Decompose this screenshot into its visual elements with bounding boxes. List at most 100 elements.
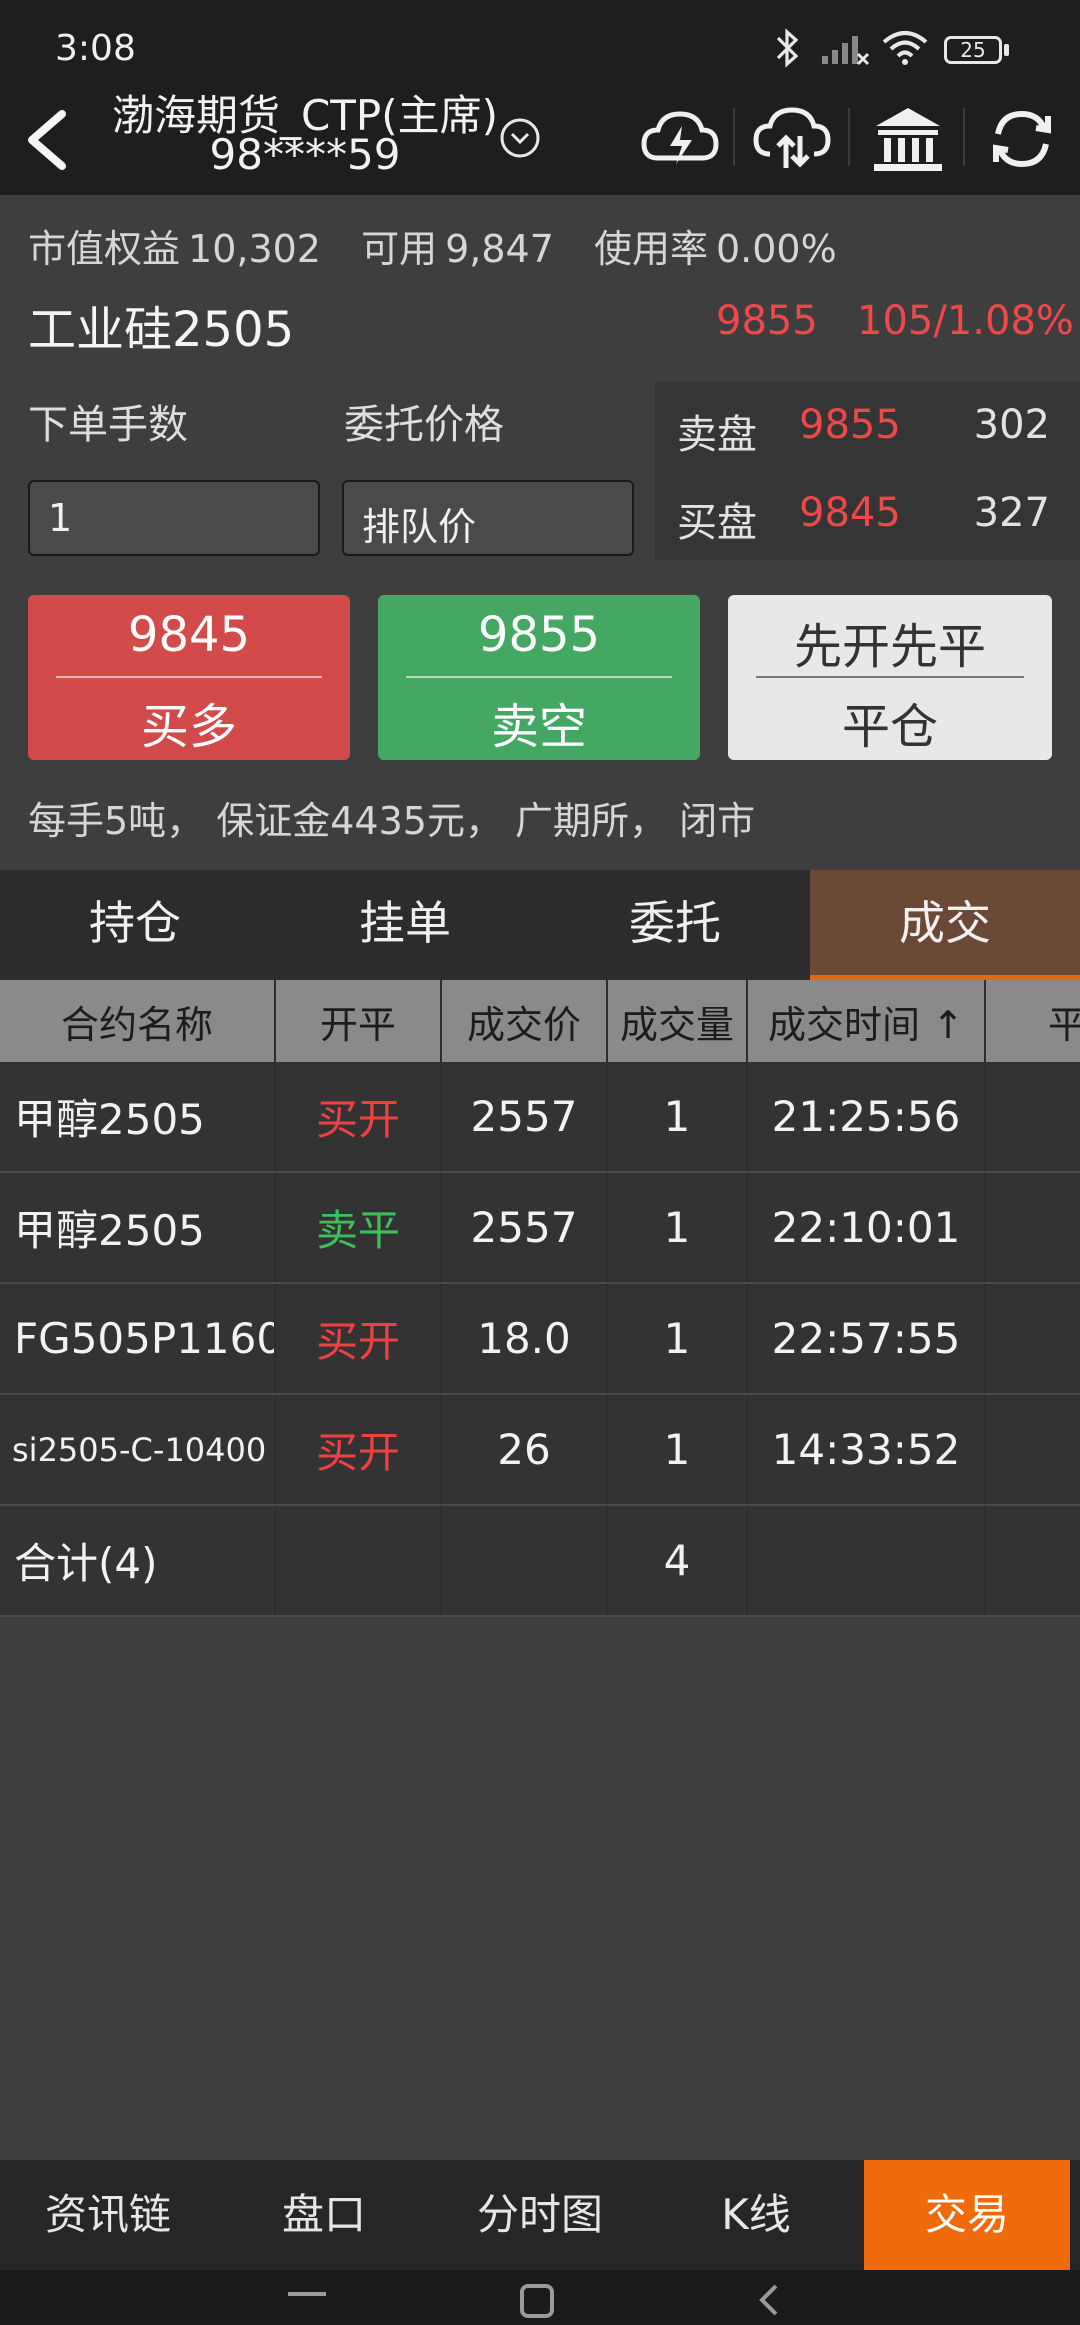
nav-orderbook[interactable]: 盘口 xyxy=(216,2160,432,2270)
tab-positions[interactable]: 持仓 xyxy=(0,870,270,980)
total-qty: 4 xyxy=(608,1506,748,1615)
cloud-sync-icon[interactable] xyxy=(752,102,832,176)
table-row[interactable]: si2505-C-10400 买开 26 1 14:33:52 xyxy=(0,1395,1080,1506)
row-time: 14:33:52 xyxy=(748,1395,986,1504)
table-row[interactable]: 甲醇2505 卖平 2557 1 22:10:01 xyxy=(0,1173,1080,1284)
button-divider xyxy=(56,676,322,678)
row-qty: 1 xyxy=(608,1395,748,1504)
header-time[interactable]: 成交时间 ↑ xyxy=(748,980,986,1062)
usage-label: 使用率 xyxy=(593,227,708,271)
bid-volume: 327 xyxy=(973,490,1050,536)
tab-orders[interactable]: 委托 xyxy=(540,870,810,980)
row-time: 22:57:55 xyxy=(748,1284,986,1393)
ask-price[interactable]: 9855 xyxy=(799,402,901,448)
tab-bar: 持仓 挂单 委托 成交 xyxy=(0,870,1080,980)
row-side: 买开 xyxy=(276,1284,442,1393)
button-divider xyxy=(756,676,1024,678)
chevron-down-icon[interactable] xyxy=(498,116,542,160)
header-price[interactable]: 成交价 xyxy=(442,980,608,1062)
row-price: 18.0 xyxy=(442,1284,608,1393)
row-price: 26 xyxy=(442,1395,608,1504)
close-position-button[interactable]: 先开先平 平仓 xyxy=(728,595,1052,760)
back-arrow-icon[interactable] xyxy=(18,100,78,180)
row-price: 2557 xyxy=(442,1062,608,1171)
row-extra xyxy=(986,1062,1080,1171)
row-time: 21:25:56 xyxy=(748,1062,986,1171)
contract-last-price: 9855 xyxy=(716,298,818,344)
header-open-close[interactable]: 开平 xyxy=(276,980,442,1062)
bid-label: 买盘 xyxy=(677,500,757,546)
tab-trades[interactable]: 成交 xyxy=(810,870,1080,980)
row-extra xyxy=(986,1284,1080,1393)
total-empty xyxy=(986,1506,1080,1615)
bid-price[interactable]: 9845 xyxy=(799,490,901,536)
nav-kline[interactable]: K线 xyxy=(648,2160,864,2270)
row-qty: 1 xyxy=(608,1062,748,1171)
header-divider xyxy=(963,108,965,166)
back-nav-icon[interactable] xyxy=(754,2280,784,2320)
total-empty xyxy=(276,1506,442,1615)
table-total-row: 合计(4) 4 xyxy=(0,1506,1080,1617)
nav-timeshare[interactable]: 分时图 xyxy=(432,2160,648,2270)
sell-label: 卖空 xyxy=(490,699,587,755)
button-divider xyxy=(406,676,672,678)
battery-tip-icon xyxy=(1004,44,1009,56)
price-type-input[interactable]: 排队价 xyxy=(342,480,634,556)
equity-value: 10,302 xyxy=(188,227,321,271)
equity-label: 市值权益 xyxy=(28,227,181,271)
ask-label: 卖盘 xyxy=(677,412,757,458)
row-qty: 1 xyxy=(608,1284,748,1393)
price-type-value: 排队价 xyxy=(362,505,477,549)
signal-icon xyxy=(822,36,870,66)
row-contract: si2505-C-10400 xyxy=(0,1395,276,1504)
table-row[interactable]: FG505P1160 买开 18.0 1 22:57:55 xyxy=(0,1284,1080,1395)
buy-label: 买多 xyxy=(140,699,237,755)
cloud-flash-icon[interactable] xyxy=(640,102,720,176)
quantity-input[interactable]: 1 xyxy=(28,480,320,556)
close-mode: 先开先平 xyxy=(793,619,986,675)
account-number[interactable]: 98****59 xyxy=(100,130,510,179)
home-icon[interactable] xyxy=(520,2284,554,2318)
row-extra xyxy=(986,1395,1080,1504)
sell-price: 9855 xyxy=(477,607,601,663)
header-qty[interactable]: 成交量 xyxy=(608,980,748,1062)
contract-name[interactable]: 工业硅2505 xyxy=(28,290,294,360)
status-time: 3:08 xyxy=(55,28,136,69)
bank-icon[interactable] xyxy=(868,102,948,176)
nav-trade[interactable]: 交易 xyxy=(864,2160,1070,2270)
available-item: 可用 9,847 xyxy=(361,227,554,271)
total-label: 合计(4) xyxy=(0,1506,276,1615)
row-price: 2557 xyxy=(442,1173,608,1282)
wifi-icon xyxy=(882,31,928,65)
buy-price: 9845 xyxy=(127,607,251,663)
nav-news[interactable]: 资讯链 xyxy=(0,2160,216,2270)
menu-icon[interactable] xyxy=(288,2292,326,2296)
usage-item: 使用率 0.00% xyxy=(594,227,837,271)
row-contract: 甲醇2505 xyxy=(0,1062,276,1171)
refresh-icon[interactable] xyxy=(982,102,1062,176)
header-contract[interactable]: 合约名称 xyxy=(0,980,276,1062)
ask-volume: 302 xyxy=(973,402,1050,448)
header-divider xyxy=(848,108,850,166)
contract-info: 每手5吨， 保证金4435元， 广期所， 闭市 xyxy=(28,799,756,843)
table-row[interactable]: 甲醇2505 买开 2557 1 21:25:56 xyxy=(0,1062,1080,1173)
equity-item: 市值权益 10,302 xyxy=(28,227,321,271)
top-bar: 3:08 25 渤海期货_CTP(主席) 98****59 xyxy=(0,0,1080,195)
row-extra xyxy=(986,1173,1080,1282)
battery-icon: 25 xyxy=(944,36,1002,64)
order-book: 卖盘 9855 302 买盘 9845 327 xyxy=(655,382,1080,560)
total-empty xyxy=(442,1506,608,1615)
table-header: 合约名称 开平 成交价 成交量 成交时间 ↑ 平 xyxy=(0,980,1080,1062)
tab-pending-orders[interactable]: 挂单 xyxy=(270,870,540,980)
contract-change: 105/1.08% xyxy=(857,298,1074,344)
header-close-pnl[interactable]: 平 xyxy=(986,980,1080,1062)
battery-level: 25 xyxy=(960,38,986,62)
buy-long-button[interactable]: 9845 买多 xyxy=(28,595,350,760)
sell-short-button[interactable]: 9855 卖空 xyxy=(378,595,700,760)
system-nav-bar xyxy=(0,2270,1080,2325)
row-qty: 1 xyxy=(608,1173,748,1282)
row-side: 买开 xyxy=(276,1395,442,1504)
available-value: 9,847 xyxy=(445,227,554,271)
header-divider xyxy=(733,108,735,166)
quantity-value: 1 xyxy=(48,496,73,540)
